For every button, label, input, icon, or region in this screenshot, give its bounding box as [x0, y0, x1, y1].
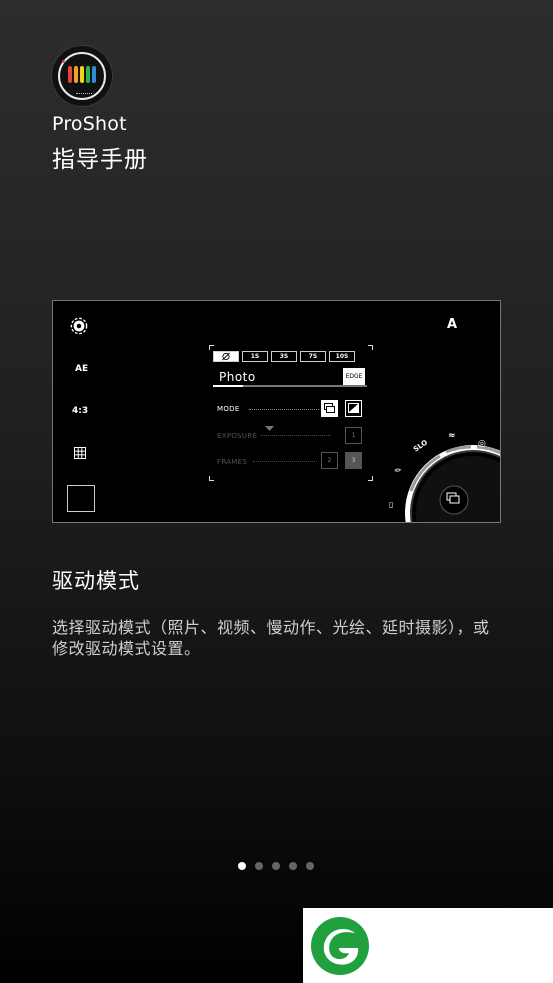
proshot-app-icon: [52, 46, 112, 106]
grid-icon[interactable]: [74, 447, 86, 459]
page-dot-5[interactable]: [306, 862, 314, 870]
aspect-ratio-label[interactable]: 4:3: [72, 406, 88, 416]
flash-mode-label[interactable]: A: [447, 317, 457, 332]
app-icon-color-bars: [68, 66, 96, 83]
watermark-panel: [303, 908, 553, 983]
app-icon-dotline: [76, 93, 92, 94]
exposure-slider-marker-icon: [265, 426, 274, 431]
timer-option-10s[interactable]: 10S: [329, 351, 355, 362]
page-dot-4[interactable]: [289, 862, 297, 870]
app-icon-red-dot: [62, 60, 65, 63]
timer-option-1s[interactable]: 1S: [242, 351, 268, 362]
single-shot-icon: [324, 403, 335, 413]
timer-off-icon: [222, 352, 230, 361]
timelapse-icon[interactable]: ≈: [448, 431, 456, 441]
single-shot-mode-button[interactable]: [321, 400, 338, 417]
manual-icon[interactable]: ▯: [389, 500, 393, 509]
mode-row-dots: [249, 409, 319, 410]
drive-mode-header: Photo EDGE: [213, 367, 367, 387]
timer-option-7s[interactable]: 7S: [300, 351, 326, 362]
mode-row-label: MODE: [217, 405, 240, 413]
timer-options: 1S 3S 7S 10S: [213, 351, 355, 362]
timer-off-option[interactable]: [213, 351, 239, 362]
app-name: ProShot: [52, 113, 127, 135]
timer-option-3s[interactable]: 3S: [271, 351, 297, 362]
exposure-value-box[interactable]: 1: [345, 427, 362, 444]
page-dot-3[interactable]: [272, 862, 280, 870]
frames-row-dots: [253, 461, 317, 462]
video-icon[interactable]: ◎: [478, 439, 486, 449]
page-dot-1[interactable]: [238, 862, 246, 870]
ae-label[interactable]: AE: [75, 364, 88, 374]
page-indicator: [238, 862, 314, 870]
frames-option-2[interactable]: 2: [321, 452, 338, 469]
guide-title: 指导手册: [52, 147, 148, 173]
camera-preview-illustration: AE 4:3 A 1S 3S 7S 10S Photo EDGE MODE EX…: [52, 300, 501, 523]
frames-row-label: FRAMES: [217, 458, 248, 466]
hdr-mode-button[interactable]: [345, 400, 362, 417]
edge-button[interactable]: EDGE: [343, 368, 365, 385]
exposure-row-label: EXPOSURE: [217, 432, 258, 440]
settings-gear-icon: [70, 317, 88, 335]
frames-option-3[interactable]: 3: [345, 452, 362, 469]
section-description: 选择驱动模式（照片、视频、慢动作、光绘、延时摄影），或修改驱动模式设置。: [52, 618, 490, 658]
gallery-thumbnail[interactable]: [67, 485, 95, 512]
exposure-row-dots: [261, 435, 331, 436]
drive-mode-indicator: [213, 385, 243, 387]
section-title: 驱动模式: [52, 569, 140, 593]
hdr-icon: [348, 403, 359, 413]
page-dot-2[interactable]: [255, 862, 263, 870]
drive-mode-name: Photo: [219, 370, 256, 384]
leaf-logo-icon: [311, 917, 369, 975]
drive-mode-panel: 1S 3S 7S 10S Photo EDGE MODE EXPOSURE 1 …: [209, 345, 373, 481]
